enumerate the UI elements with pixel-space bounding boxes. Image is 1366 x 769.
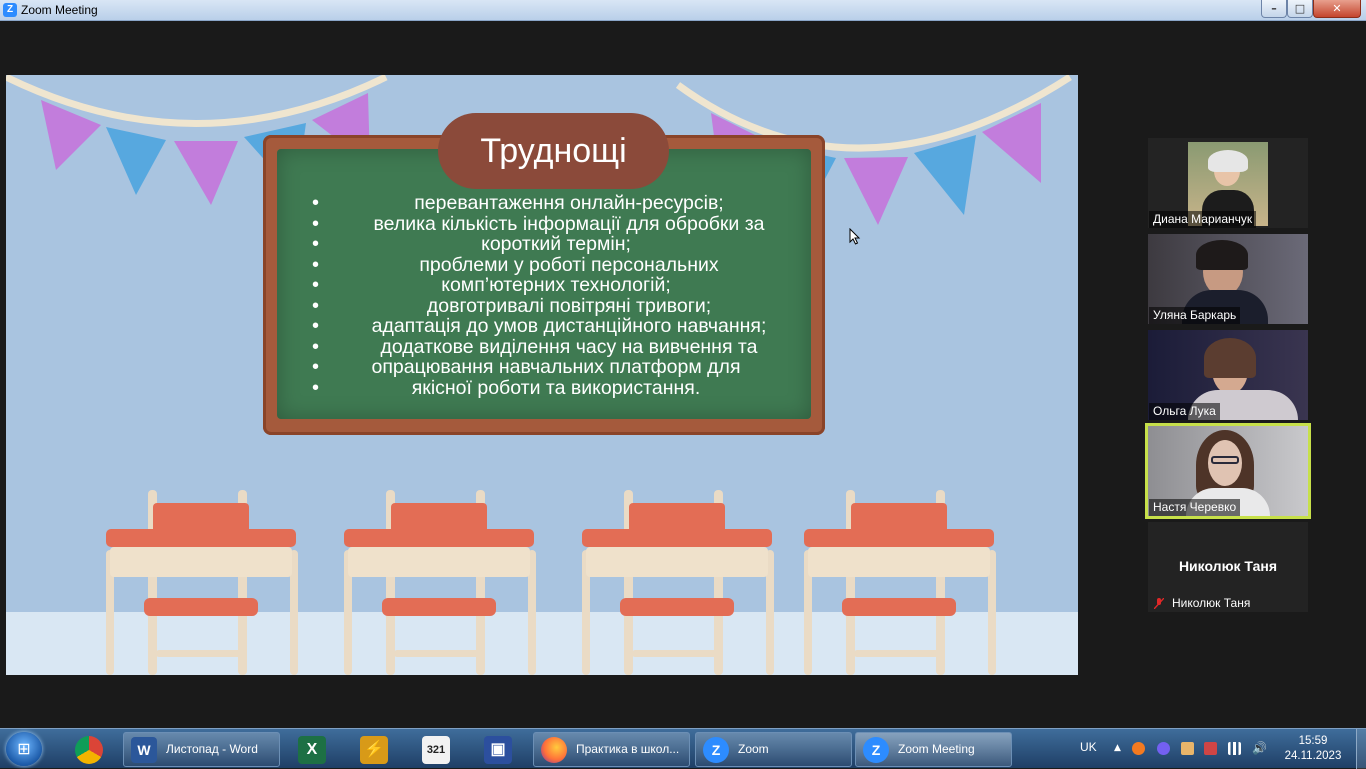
bullet-item: довготривалі повітряні тривоги; (306, 295, 806, 317)
language-indicator[interactable]: UK (1080, 740, 1097, 754)
bullet-item: перевантаження онлайн-ресурсів; (306, 193, 806, 214)
desk-illustration (106, 490, 300, 675)
bullet-continuation: якісної роботи та використання. (306, 377, 806, 399)
network-adapter-icon[interactable] (1181, 742, 1194, 755)
participant-video-tile[interactable]: Диана Марианчук (1148, 138, 1308, 228)
bullet-item: проблеми у роботі персональних (306, 254, 806, 276)
participant-name: Настя Черевко (1149, 499, 1241, 516)
taskbar-pinned-floppy[interactable]: ▣ (473, 733, 523, 767)
slide-title: Труднощі (438, 113, 669, 189)
zoom-logo-icon: Z (3, 3, 17, 17)
desk-illustration (344, 490, 538, 675)
firefox-icon (541, 737, 567, 763)
signal-strength-icon[interactable] (1228, 742, 1241, 755)
zoom-icon: Z (703, 737, 729, 763)
clock-date: 24.11.2023 (1284, 750, 1342, 762)
safely-remove-icon[interactable] (1204, 742, 1217, 755)
start-button[interactable]: ⊞ (6, 732, 42, 766)
shared-screen-slide: Труднощі перевантаження онлайн-ресурсів;… (6, 75, 1078, 675)
volume-icon[interactable]: 🔊 (1252, 742, 1267, 755)
desk-illustration (804, 490, 998, 675)
participant-name: Диана Марианчук (1149, 211, 1257, 228)
participant-display-name: Николюк Таня (1178, 558, 1278, 574)
task-label: Zoom Meeting (898, 742, 975, 756)
desk-illustration (582, 490, 776, 675)
word-icon: W (131, 737, 157, 763)
clock-time: 15:59 (1298, 735, 1328, 747)
avast-icon[interactable] (1132, 742, 1145, 755)
minimize-button[interactable]: – (1261, 0, 1287, 18)
task-label: Листопад - Word (166, 742, 258, 756)
task-label: Zoom (738, 742, 769, 756)
minimize-icon: – (1271, 2, 1277, 15)
bullet-item: велика кількість інформації для обробки … (306, 213, 806, 235)
bullet-continuation: комп’ютерних технологій; (306, 275, 806, 296)
windows-logo-icon: ⊞ (17, 739, 31, 758)
close-button[interactable]: ✕ (1313, 0, 1361, 18)
show-desktop-button[interactable] (1356, 729, 1366, 769)
participant-tile-video-off[interactable]: Николюк Таня Николюк Таня (1148, 522, 1308, 612)
taskbar-clock[interactable]: 15:59 24.11.2023 (1283, 734, 1343, 764)
taskbar-task-firefox[interactable]: Практика в школ... (533, 732, 690, 767)
taskbar-task-zoom-meeting[interactable]: Z Zoom Meeting (855, 732, 1012, 767)
system-tray: UK ▲ 🔊 15:59 24.11.2023 (1077, 729, 1366, 769)
taskbar-pinned-media-player[interactable]: 321 (411, 733, 461, 767)
taskbar-task-zoom[interactable]: Z Zoom (695, 732, 852, 767)
maximize-icon: □ (1294, 2, 1306, 15)
participant-video-tile[interactable]: Ольга Лука (1148, 330, 1308, 420)
show-hidden-icons-icon[interactable]: ▲ (1111, 742, 1124, 755)
maximize-button[interactable]: □ (1287, 0, 1313, 18)
media-player-classic-icon: 321 (422, 736, 450, 764)
taskbar-pinned-chrome[interactable] (64, 733, 114, 767)
zoom-icon: Z (863, 737, 889, 763)
window-title: Zoom Meeting (21, 3, 98, 17)
window-titlebar[interactable]: Z Zoom Meeting – □ ✕ (0, 0, 1366, 21)
taskbar-pinned-winamp[interactable]: ⚡ (349, 733, 399, 767)
participant-name: Ольга Лука (1149, 403, 1220, 420)
excel-icon: X (298, 736, 326, 764)
mouse-cursor-icon (849, 228, 861, 245)
slide-bullet-list: перевантаження онлайн-ресурсів; велика к… (306, 193, 806, 398)
taskbar-task-word[interactable]: W Листопад - Word (123, 732, 280, 767)
chrome-icon (75, 736, 103, 764)
viber-icon[interactable] (1157, 742, 1170, 755)
participant-name: Уляна Баркарь (1149, 307, 1241, 324)
muted-mic-icon (1154, 598, 1164, 609)
participant-video-tile-active-speaker[interactable]: Настя Черевко (1145, 423, 1311, 519)
bullet-continuation: короткий термін; (306, 234, 806, 255)
taskbar-pinned-excel[interactable]: X (287, 733, 337, 767)
winamp-icon: ⚡ (360, 736, 388, 764)
windows-taskbar: ⊞ W Листопад - Word X ⚡ 321 ▣ Практика в… (0, 728, 1366, 769)
bullet-continuation: опрацювання навчальних платформ для (306, 357, 806, 378)
participant-name: Николюк Таня (1172, 596, 1251, 610)
save-floppy-icon: ▣ (484, 736, 512, 764)
bullet-item: додаткове виділення часу на вивчення та (306, 336, 806, 358)
bullet-item: адаптація до умов дистанційного навчання… (306, 316, 806, 337)
task-label: Практика в школ... (576, 742, 680, 756)
close-icon: ✕ (1332, 2, 1342, 15)
participant-video-tile[interactable]: Уляна Баркарь (1148, 234, 1308, 324)
